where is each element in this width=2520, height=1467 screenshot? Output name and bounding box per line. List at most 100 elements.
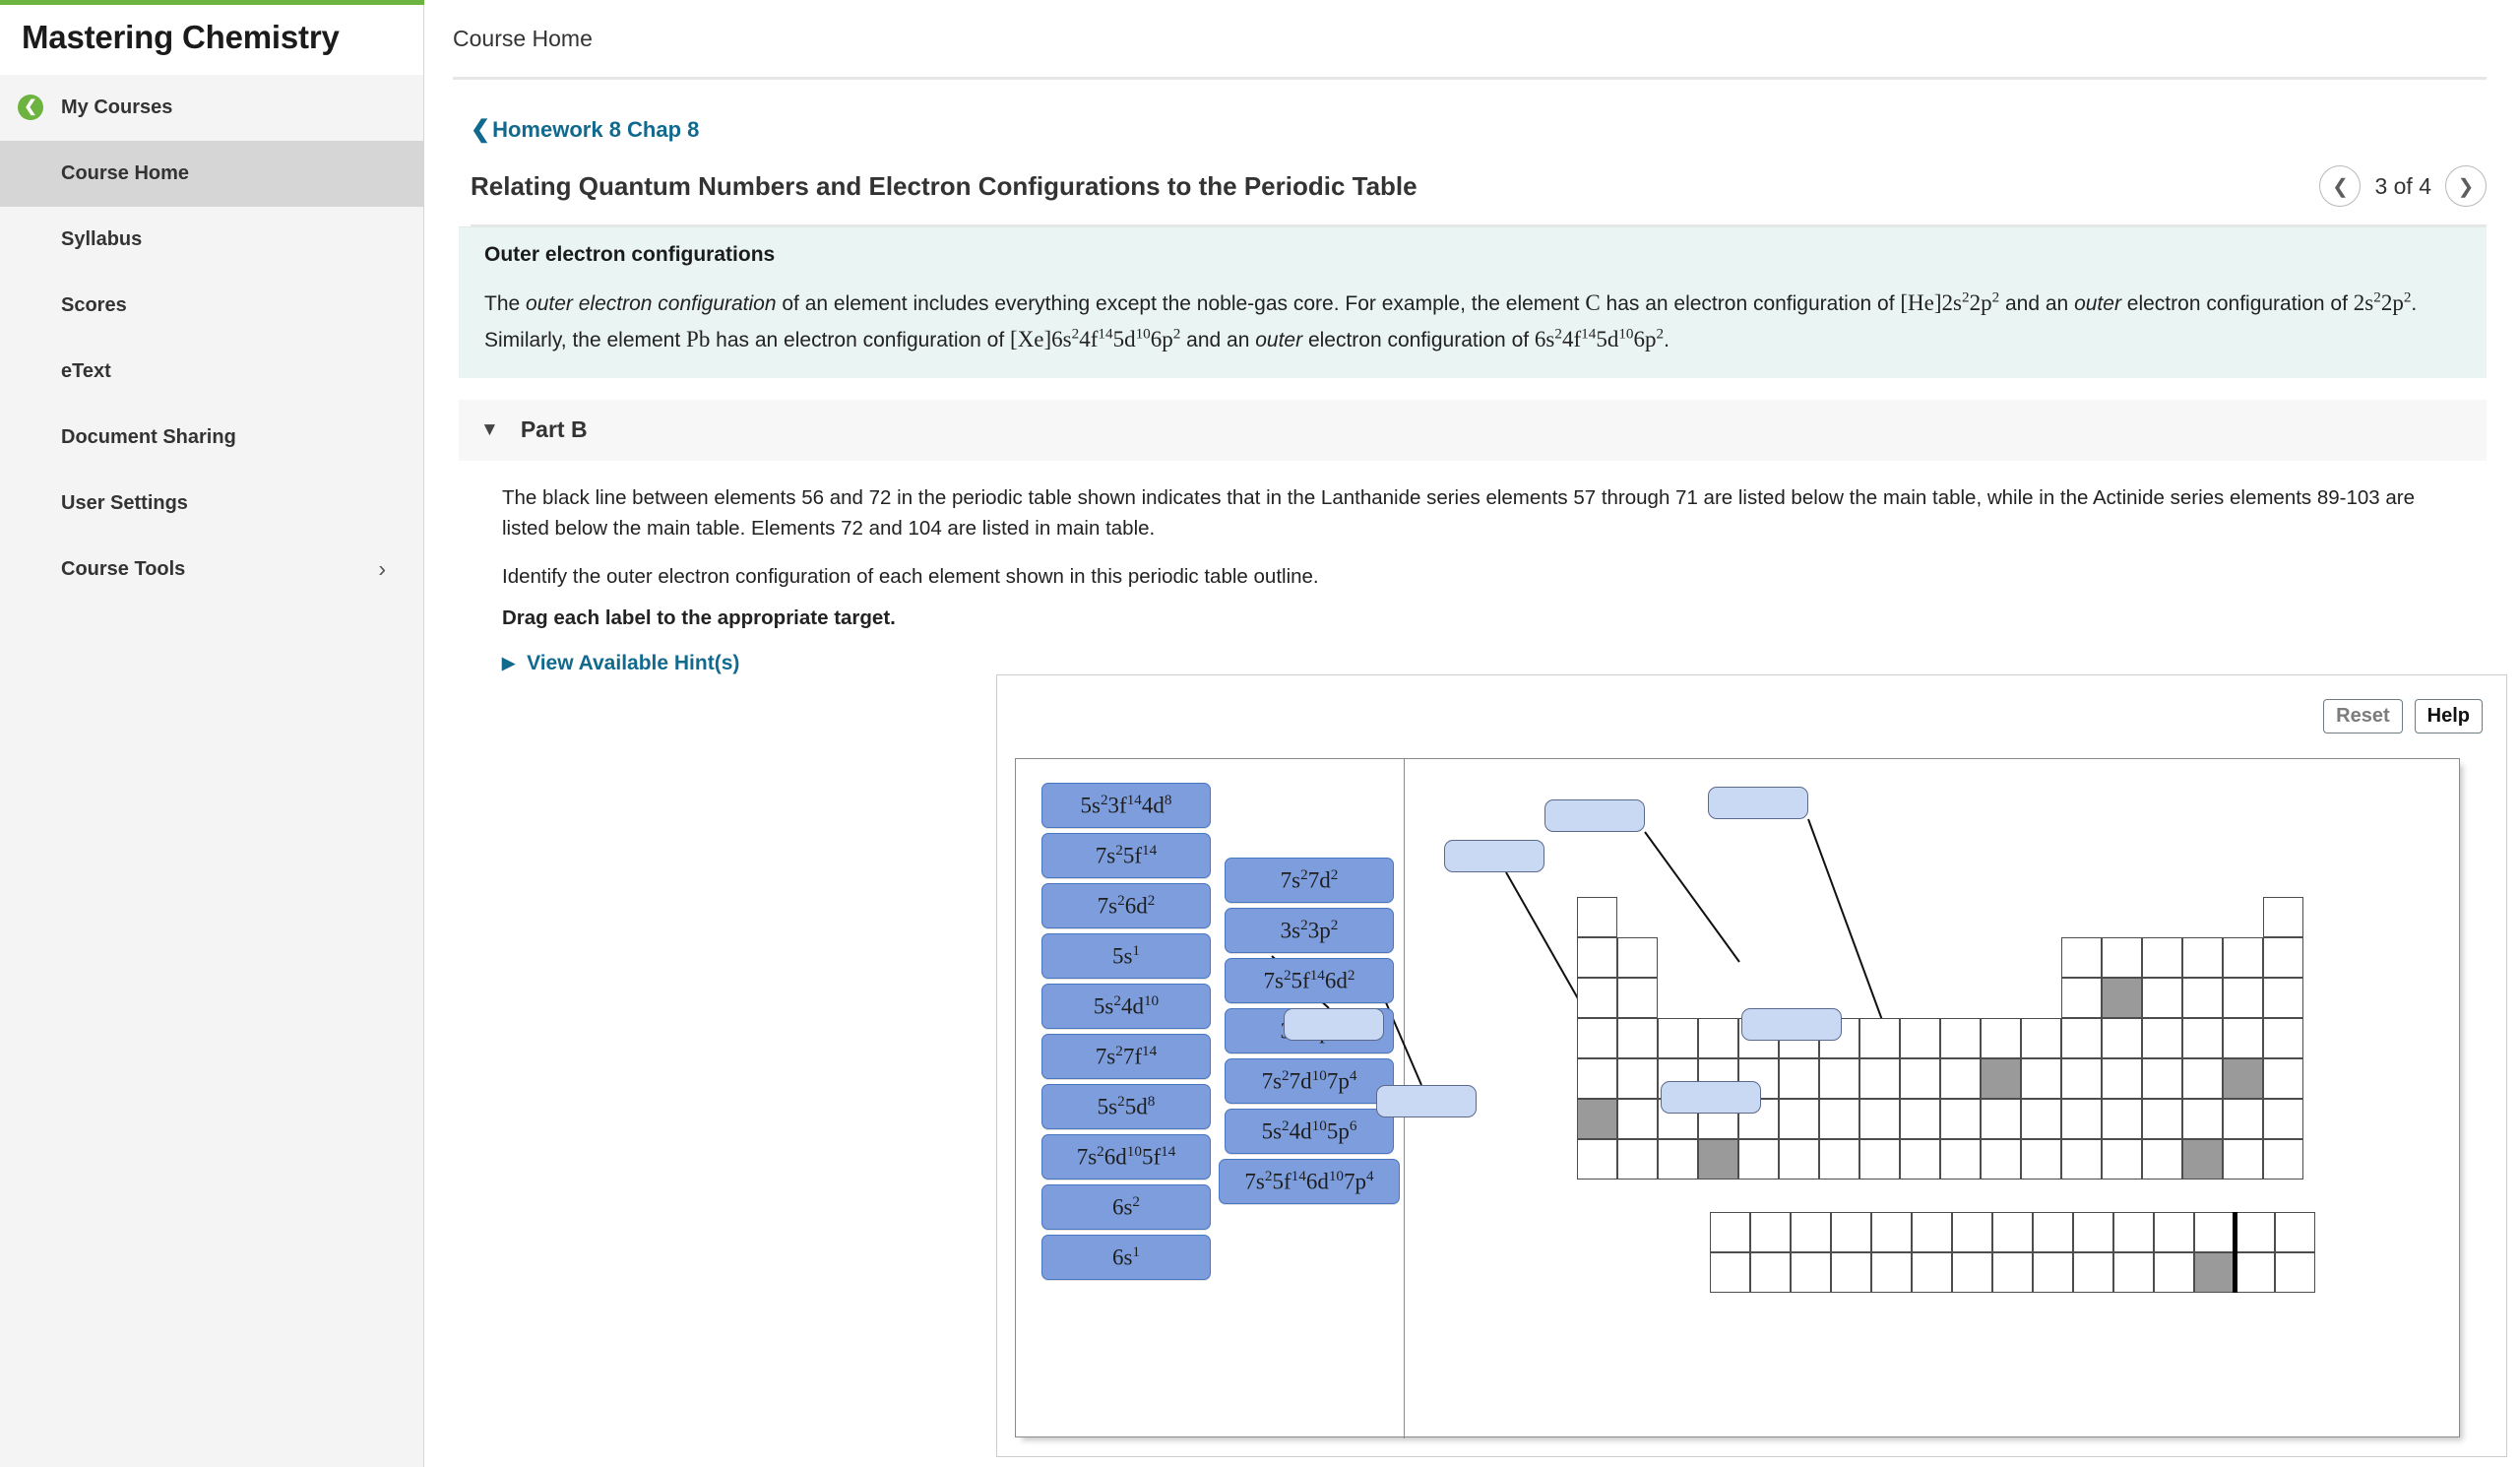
- periodic-cell: [1577, 1139, 1617, 1180]
- sidebar-item-label: Syllabus: [61, 227, 143, 250]
- sidebar-item-scores[interactable]: Scores: [0, 273, 423, 339]
- drag-label-m2[interactable]: 3s23p2: [1225, 908, 1394, 953]
- periodic-cell: [1779, 1058, 1819, 1099]
- drop-target-t4[interactable]: [1284, 1008, 1384, 1041]
- drag-label-l9[interactable]: 6s2: [1041, 1184, 1211, 1230]
- periodic-cell: [2223, 1099, 2263, 1139]
- math-sup: 2: [2373, 288, 2381, 306]
- text-run: and an: [1180, 329, 1256, 352]
- fblock-cell: [2033, 1212, 2073, 1252]
- drag-label-l10[interactable]: 6s1: [1041, 1235, 1211, 1280]
- sidebar-item-document-sharing[interactable]: Document Sharing: [0, 405, 423, 471]
- main-content: Course Home ❮ Homework 8 Chap 8 Relating…: [425, 0, 2520, 1467]
- drag-label-l3[interactable]: 7s26d2: [1041, 883, 1211, 928]
- periodic-cell-highlighted: [1577, 1099, 1617, 1139]
- callout-body: The outer electron configuration of an e…: [484, 285, 2461, 358]
- fblock-cell: [2154, 1212, 2194, 1252]
- fblock-cell: [2275, 1212, 2315, 1252]
- reset-button[interactable]: Reset: [2323, 699, 2403, 734]
- fblock-cell: [1912, 1212, 1952, 1252]
- drop-target-t5[interactable]: [1741, 1008, 1842, 1041]
- periodic-cell: [2263, 897, 2303, 937]
- periodic-cell: [2263, 1018, 2303, 1058]
- next-item-button[interactable]: ❯: [2445, 165, 2487, 207]
- periodic-cell: [1819, 1099, 1859, 1139]
- drag-label-text: 6s1: [1111, 1244, 1141, 1270]
- math-run: 4f: [1561, 327, 1582, 352]
- drag-label-m7[interactable]: 7s25f146d107p4: [1219, 1159, 1400, 1204]
- drag-label-l2[interactable]: 7s25f14: [1041, 833, 1211, 878]
- part-b-body: The black line between elements 56 and 7…: [459, 461, 2487, 675]
- prev-item-button[interactable]: ❮: [2319, 165, 2362, 207]
- back-link-label: Homework 8 Chap 8: [492, 116, 700, 142]
- sidebar-item-user-settings[interactable]: User Settings: [0, 471, 423, 537]
- math-sup: 10: [1618, 325, 1634, 343]
- drag-label-m6[interactable]: 5s24d105p6: [1225, 1109, 1394, 1154]
- breadcrumb[interactable]: Course Home: [425, 0, 2520, 77]
- brand-title: Mastering Chemistry: [0, 0, 423, 75]
- periodic-cell: [2142, 1139, 2182, 1180]
- part-b-header[interactable]: ▼ Part B: [459, 399, 2487, 461]
- view-hints-link[interactable]: ▶ View Available Hint(s): [502, 652, 2487, 675]
- sidebar-item-label: Document Sharing: [61, 425, 236, 448]
- periodic-cell: [2061, 1099, 2102, 1139]
- math-run: [He]2s: [1900, 290, 1962, 315]
- periodic-cell: [2021, 1099, 2061, 1139]
- drag-label-text: 7s27f14: [1095, 1043, 1158, 1069]
- drag-label-text: 7s27d107p4: [1261, 1067, 1357, 1094]
- fblock-cell: [1912, 1252, 1952, 1293]
- drop-target-t6[interactable]: [1376, 1085, 1477, 1117]
- math-run: 4f: [1079, 327, 1099, 352]
- periodic-cell: [2102, 1058, 2142, 1099]
- sidebar-item-course-tools[interactable]: Course Tools ›: [0, 537, 423, 603]
- fblock-cell: [2073, 1252, 2113, 1293]
- math-run: 6s: [1534, 327, 1555, 352]
- title-row: Relating Quantum Numbers and Electron Co…: [471, 165, 2487, 226]
- drag-label-l4[interactable]: 5s1: [1041, 933, 1211, 979]
- periodic-cell: [2182, 978, 2223, 1018]
- drag-label-l6[interactable]: 7s27f14: [1041, 1034, 1211, 1079]
- drag-label-m5[interactable]: 7s27d107p4: [1225, 1058, 1394, 1104]
- periodic-cell: [1819, 1139, 1859, 1180]
- periodic-cell: [2263, 1058, 2303, 1099]
- fblock-cell: [2113, 1212, 2154, 1252]
- drop-target-t1[interactable]: [1708, 787, 1808, 819]
- math-sup: 2: [1961, 288, 1970, 306]
- periodic-cell: [2061, 978, 2102, 1018]
- drag-label-l8[interactable]: 7s26d105f14: [1041, 1134, 1211, 1180]
- periodic-cell: [1658, 1139, 1698, 1180]
- outer-electron-callout: Outer electron configurations The outer …: [459, 226, 2487, 378]
- drag-label-m3[interactable]: 7s25f146d2: [1225, 958, 1394, 1003]
- periodic-cell: [1779, 1139, 1819, 1180]
- sidebar-item-label: User Settings: [61, 491, 188, 514]
- sidebar-item-course-home[interactable]: Course Home: [0, 141, 423, 207]
- periodic-cell: [2102, 1099, 2142, 1139]
- periodic-cell: [1577, 1058, 1617, 1099]
- drop-target-t7[interactable]: [1661, 1081, 1761, 1114]
- help-button[interactable]: Help: [2414, 699, 2483, 734]
- drag-label-l1[interactable]: 5s23f144d8: [1041, 783, 1211, 828]
- drag-label-l7[interactable]: 5s25d8: [1041, 1084, 1211, 1129]
- periodic-cell: [2061, 937, 2102, 978]
- periodic-cell: [1577, 937, 1617, 978]
- periodic-cell: [1981, 1139, 2021, 1180]
- periodic-cell: [1900, 1099, 1940, 1139]
- periodic-cell: [1577, 897, 1617, 937]
- drop-target-t3[interactable]: [1444, 840, 1544, 872]
- fblock-cell: [2235, 1252, 2275, 1293]
- periodic-cell: [2061, 1018, 2102, 1058]
- periodic-cell-highlighted: [2182, 1139, 2223, 1180]
- sidebar-item-etext[interactable]: eText: [0, 339, 423, 405]
- periodic-cell: [1900, 1018, 1940, 1058]
- drop-target-t2[interactable]: [1544, 799, 1645, 832]
- periodic-cell: [2142, 978, 2182, 1018]
- sidebar-item-syllabus[interactable]: Syllabus: [0, 207, 423, 273]
- fblock-cell: [1710, 1212, 1750, 1252]
- back-to-assignment-link[interactable]: ❮ Homework 8 Chap 8: [471, 115, 2520, 144]
- sidebar-item-my-courses[interactable]: ❮ My Courses: [0, 75, 423, 141]
- drag-label-l5[interactable]: 5s24d10: [1041, 984, 1211, 1029]
- drag-label-text: 5s1: [1111, 942, 1141, 969]
- periodic-cell: [1981, 1099, 2021, 1139]
- math-run: 6p: [1150, 327, 1173, 352]
- drag-label-m1[interactable]: 7s27d2: [1225, 858, 1394, 903]
